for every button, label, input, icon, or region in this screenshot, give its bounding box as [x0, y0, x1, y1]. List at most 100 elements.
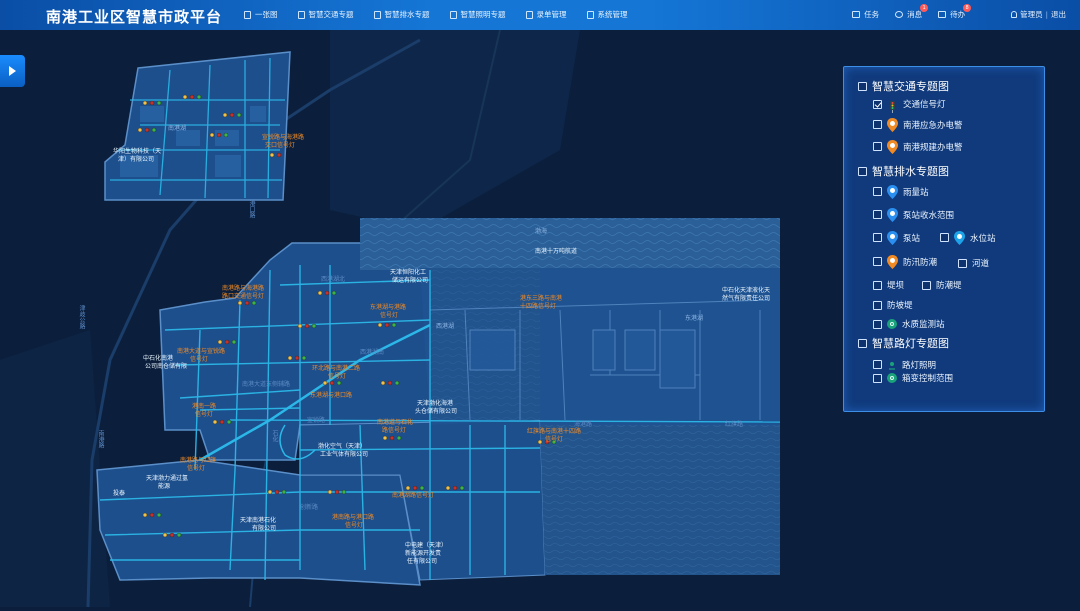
- lighting-icon: [449, 10, 457, 19]
- map-label: 南港十万吨航道: [535, 248, 578, 255]
- legend-item-traffic-light[interactable]: 交通信号灯: [873, 98, 946, 113]
- layer-label: 南港应急办电警: [903, 120, 963, 131]
- group-checkbox[interactable]: [858, 81, 867, 91]
- traffic-signal-label[interactable]: 南港大道与宣锐路: [177, 348, 225, 355]
- layer-checkbox[interactable]: [873, 360, 882, 369]
- legend-item-water-quality[interactable]: 水质监测站: [873, 318, 945, 330]
- traffic-signal-label[interactable]: 交口信号灯: [265, 142, 295, 149]
- group-checkbox[interactable]: [858, 338, 867, 348]
- layer-label: 防汛防潮: [903, 257, 938, 268]
- monitor-station-icon: [887, 319, 897, 329]
- legend-group-title: 智慧交通专题图: [872, 80, 949, 93]
- road-label: 西港湖南: [360, 349, 385, 356]
- legend-group-title: 智慧排水专题图: [872, 165, 949, 178]
- task-label: 任务: [864, 10, 880, 19]
- layer-checkbox[interactable]: [873, 300, 882, 310]
- legend-group-lighting[interactable]: 智慧路灯专题图: [858, 335, 949, 351]
- logout-link[interactable]: 退出: [1051, 9, 1066, 20]
- layer-checkbox[interactable]: [873, 120, 882, 129]
- mail-icon: [938, 11, 947, 18]
- traffic-signal-label[interactable]: 南港湖路信号灯: [392, 492, 434, 499]
- legend-item-pump-station[interactable]: 泵站: [873, 231, 920, 245]
- map-label: 中石化天津液化天: [722, 287, 771, 294]
- nav-label: 录单管理: [536, 10, 567, 19]
- road-label: 港口路: [248, 200, 255, 218]
- traffic-signal-label[interactable]: 信号灯: [380, 312, 398, 319]
- nav-item-drainage[interactable]: 智慧排水专题: [373, 9, 430, 20]
- legend-item-water-level[interactable]: 水位站: [940, 231, 996, 245]
- traffic-signal-label[interactable]: 红旗路与南港十四路: [527, 428, 581, 435]
- legend-group-drainage[interactable]: 智慧排水专题图: [858, 163, 949, 179]
- map-label: 投泰: [113, 490, 126, 497]
- layer-checkbox[interactable]: [873, 257, 882, 266]
- nav-item-overview[interactable]: 一张图: [244, 9, 278, 20]
- traffic-signal-label[interactable]: 信号灯: [195, 411, 213, 418]
- layer-checkbox[interactable]: [873, 210, 882, 219]
- legend-item-slope-dike[interactable]: 防坡堤: [873, 299, 913, 311]
- layer-checkbox[interactable]: [958, 258, 967, 268]
- road-label: 西港湖北: [321, 276, 346, 283]
- transformer-icon: [887, 373, 897, 383]
- map-label: 华阳生物科技（天: [113, 148, 162, 155]
- layer-checkbox[interactable]: [873, 319, 882, 329]
- layer-checkbox[interactable]: [873, 99, 882, 109]
- traffic-signal-label[interactable]: 港东三路与南港: [520, 295, 562, 302]
- legend-item-transformer-range[interactable]: 箱变控制范围: [873, 372, 953, 384]
- traffic-signal-label[interactable]: 南港路与红旗: [180, 457, 216, 464]
- legend-item-tide-dike[interactable]: 防潮堤: [922, 279, 962, 291]
- blue-pin-icon: [887, 231, 898, 245]
- traffic-signal-label[interactable]: 宣锐路与海港路: [262, 134, 304, 141]
- legend-item-emergency-camera[interactable]: 南港应急办电警: [873, 118, 963, 132]
- traffic-signal-label[interactable]: 信号灯: [545, 436, 563, 443]
- task-button[interactable]: 任务: [852, 9, 879, 20]
- layer-checkbox[interactable]: [873, 187, 882, 196]
- traffic-signal-label[interactable]: 信号灯: [187, 465, 205, 472]
- expand-panel-button[interactable]: [0, 55, 25, 87]
- traffic-signal-label[interactable]: 信号灯: [190, 356, 208, 363]
- traffic-signal-label[interactable]: 路口交通信号灯: [222, 293, 264, 300]
- main-nav: 一张图 智慧交通专题 智慧排水专题 智慧照明专题 录单管理 系统管理: [244, 9, 628, 20]
- legend-item-rain-station[interactable]: 雨量站: [873, 185, 929, 199]
- traffic-signal-label[interactable]: 信号灯: [345, 522, 363, 529]
- traffic-signal-label[interactable]: 港南一路: [192, 403, 216, 410]
- traffic-signal-label[interactable]: 南港路与海港路: [222, 285, 264, 292]
- traffic-signal-label[interactable]: 港南路与港口路: [332, 514, 374, 521]
- legend-group-title: 智慧路灯专题图: [872, 337, 949, 350]
- layer-checkbox[interactable]: [873, 373, 882, 383]
- traffic-signal-label[interactable]: 东港湖与港路: [370, 304, 406, 311]
- legend-item-dam[interactable]: 堤坝: [873, 279, 904, 291]
- traffic-signal-label[interactable]: 信号灯: [328, 373, 346, 380]
- settings-icon: [586, 10, 594, 19]
- nav-item-lighting[interactable]: 智慧照明专题: [449, 9, 506, 20]
- nav-item-system[interactable]: 系统管理: [586, 9, 628, 20]
- legend-item-river[interactable]: 河道: [958, 257, 989, 269]
- traffic-signal-label[interactable]: 东港湖与港口路: [310, 392, 352, 399]
- legend-item-pump-range[interactable]: 泵站收水范围: [873, 208, 954, 222]
- nav-item-traffic[interactable]: 智慧交通专题: [297, 9, 354, 20]
- message-button[interactable]: 消息 1: [895, 4, 929, 20]
- user-menu[interactable]: 管理员 | 退出: [1011, 9, 1066, 20]
- nav-item-records[interactable]: 录单管理: [525, 9, 567, 20]
- layer-checkbox[interactable]: [940, 233, 949, 242]
- layer-label: 河道: [972, 259, 990, 269]
- layer-checkbox[interactable]: [922, 280, 931, 290]
- todo-button[interactable]: 待办 8: [938, 4, 972, 20]
- traffic-signal-label[interactable]: 十四路信号灯: [520, 303, 556, 310]
- orange-pin-icon: [887, 118, 898, 132]
- map-label: 中电建（天津）: [405, 542, 448, 549]
- layer-checkbox[interactable]: [873, 280, 882, 290]
- group-checkbox[interactable]: [858, 166, 867, 176]
- map-label: 津）有限公司: [118, 156, 155, 163]
- traffic-signal-label[interactable]: 环北路与南港二路: [312, 365, 360, 372]
- drainage-icon: [373, 10, 381, 19]
- traffic-signal-label[interactable]: 南港道与石化: [377, 419, 413, 426]
- map-icon: [244, 10, 251, 19]
- layer-checkbox[interactable]: [873, 233, 882, 242]
- road-label: 南港路: [97, 430, 104, 448]
- layer-checkbox[interactable]: [873, 142, 882, 151]
- legend-item-planning-camera[interactable]: 南港规建办电警: [873, 140, 963, 154]
- traffic-signal-label[interactable]: 路信号灯: [382, 427, 406, 434]
- legend-group-traffic[interactable]: 智慧交通专题图: [858, 78, 949, 94]
- legend-item-flood-control[interactable]: 防汛防潮: [873, 255, 938, 269]
- orange-pin-icon: [887, 255, 898, 269]
